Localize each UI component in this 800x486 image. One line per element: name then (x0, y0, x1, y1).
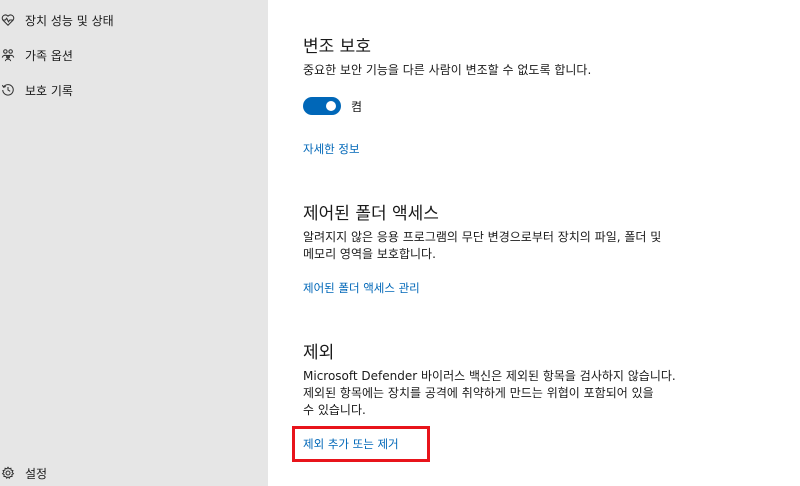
sidebar-item-label: 보호 기록 (25, 83, 73, 98)
exclusions-description-line2: 제외된 항목에는 장치를 공격에 취약하게 만드는 위협이 포함되어 있을 (303, 386, 654, 400)
controlled-folder-access-description-line1: 알려지지 않은 응용 프로그램의 무단 변경으로부터 장치의 파일, 폴더 및 (303, 230, 662, 244)
family-icon (1, 48, 15, 62)
more-info-link[interactable]: 자세한 정보 (303, 141, 360, 157)
sidebar-item-label: 설정 (25, 466, 48, 481)
tamper-protection-title: 변조 보호 (303, 37, 371, 57)
controlled-folder-access-title: 제어된 폴더 액세스 (303, 204, 439, 224)
sidebar-item-label: 가족 옵션 (25, 48, 73, 63)
toggle-knob (326, 101, 336, 111)
exclusions-description-line3: 수 있습니다. (303, 403, 366, 417)
tamper-protection-toggle-row: 켬 (303, 97, 362, 115)
main-content: 변조 보호 중요한 보안 기능을 다른 사람이 변조할 수 없도록 합니다. 켬… (268, 0, 800, 486)
sidebar-item-family-options[interactable]: 가족 옵션 (0, 43, 73, 67)
sidebar-item-device-performance[interactable]: 장치 성능 및 상태 (0, 8, 114, 32)
gear-icon (1, 466, 15, 480)
sidebar: 장치 성능 및 상태 가족 옵션 보호 기록 설정 (0, 0, 268, 486)
sidebar-item-settings[interactable]: 설정 (0, 461, 47, 485)
heart-pulse-icon (1, 13, 15, 27)
history-icon (1, 83, 15, 97)
exclusions-description-line1: Microsoft Defender 바이러스 백신은 제외된 항목을 검사하지… (303, 369, 676, 383)
exclusions-title: 제외 (303, 343, 335, 363)
sidebar-item-protection-history[interactable]: 보호 기록 (0, 78, 73, 102)
manage-controlled-folder-access-link[interactable]: 제어된 폴더 액세스 관리 (303, 280, 420, 296)
tamper-protection-description: 중요한 보안 기능을 다른 사람이 변조할 수 없도록 합니다. (303, 63, 592, 77)
controlled-folder-access-description-line2: 메모리 영역을 보호합니다. (303, 247, 436, 261)
tamper-protection-toggle[interactable] (303, 97, 341, 115)
toggle-state-label: 켬 (351, 99, 363, 114)
sidebar-item-label: 장치 성능 및 상태 (25, 13, 114, 28)
add-remove-exclusions-link[interactable]: 제외 추가 또는 제거 (303, 436, 399, 452)
